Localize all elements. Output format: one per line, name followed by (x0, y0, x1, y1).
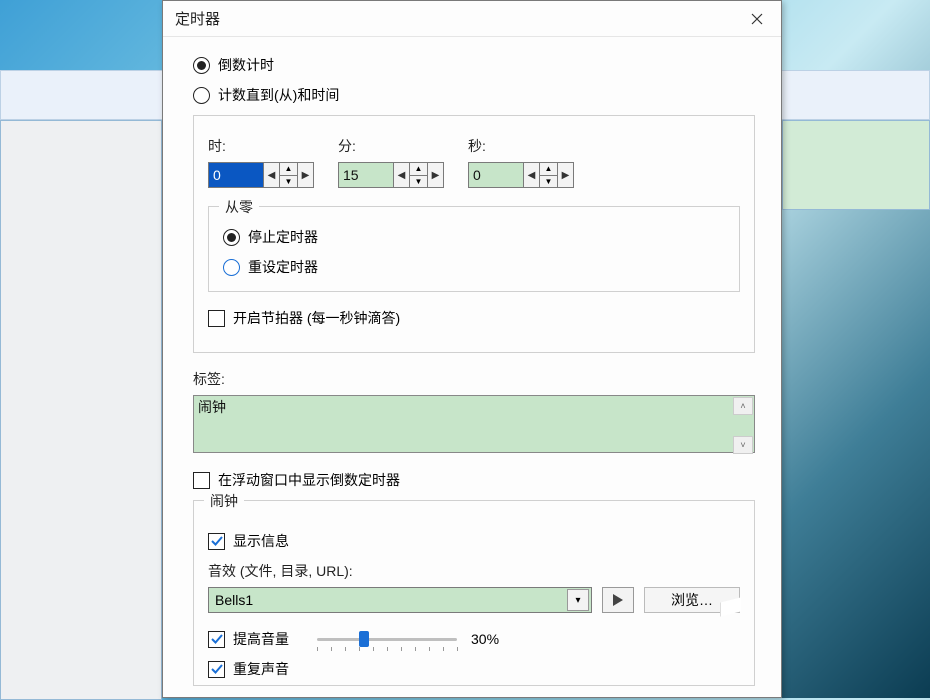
mode-countto-row[interactable]: 计数直到(从)和时间 (193, 85, 755, 105)
hours-spinner[interactable]: ◀ ▲▼ ▶ (208, 162, 314, 188)
mode-countdown-row[interactable]: 倒数计时 (193, 55, 755, 75)
repeat-label: 重复声音 (233, 659, 289, 679)
spin-next-icon[interactable]: ▶ (297, 163, 313, 187)
hours-input[interactable] (209, 163, 263, 187)
spin-updown[interactable]: ▲▼ (539, 163, 557, 187)
secs-spinner[interactable]: ◀ ▲▼ ▶ (468, 162, 574, 188)
sound-label: 音效 (文件, 目录, URL): (208, 561, 740, 581)
mode-countdown-label: 倒数计时 (218, 55, 274, 75)
onzero-legend: 从零 (219, 197, 259, 217)
textarea-scrollbar[interactable]: ˄ ˅ (733, 397, 753, 454)
browse-button[interactable]: 浏览… (644, 587, 740, 613)
radio-icon (223, 259, 240, 276)
checkbox-icon (208, 533, 225, 550)
onzero-stop-label: 停止定时器 (248, 227, 318, 247)
background-window-right (782, 120, 930, 210)
onzero-reset-row[interactable]: 重设定时器 (223, 257, 725, 277)
dialog-titlebar[interactable]: 定时器 (163, 1, 781, 37)
time-row: 时: ◀ ▲▼ ▶ 分: ◀ ▲▼ ▶ (208, 136, 740, 188)
browse-label: 浏览… (671, 592, 713, 608)
spin-prev-icon[interactable]: ◀ (263, 163, 279, 187)
onzero-reset-label: 重设定时器 (248, 257, 318, 277)
play-icon (613, 594, 623, 606)
scroll-down-icon[interactable]: ˅ (733, 436, 753, 454)
mins-input[interactable] (339, 163, 393, 187)
secs-input[interactable] (469, 163, 523, 187)
scroll-up-icon[interactable]: ˄ (733, 397, 753, 415)
metronome-row[interactable]: 开启节拍器 (每一秒钟滴答) (208, 308, 740, 328)
radio-icon (223, 229, 240, 246)
checkbox-icon (193, 472, 210, 489)
dialog-title: 定时器 (175, 8, 220, 29)
mins-spinner[interactable]: ◀ ▲▼ ▶ (338, 162, 444, 188)
show-msg-label: 显示信息 (233, 531, 289, 551)
mode-countto-label: 计数直到(从)和时间 (218, 85, 339, 105)
label-section-label: 标签: (193, 369, 755, 389)
spin-updown[interactable]: ▲▼ (409, 163, 427, 187)
spin-prev-icon[interactable]: ◀ (523, 163, 539, 187)
show-msg-row[interactable]: 显示信息 (208, 531, 740, 551)
label-textarea[interactable] (193, 395, 755, 453)
onzero-group: 从零 停止定时器 重设定时器 (208, 206, 740, 292)
floatwin-row[interactable]: 在浮动窗口中显示倒数定时器 (193, 470, 755, 490)
sound-select-value: Bells1 (215, 592, 253, 608)
close-icon (751, 13, 763, 25)
spin-updown[interactable]: ▲▼ (279, 163, 297, 187)
hours-col: 时: ◀ ▲▼ ▶ (208, 136, 314, 188)
metronome-label: 开启节拍器 (每一秒钟滴答) (233, 308, 400, 328)
mins-col: 分: ◀ ▲▼ ▶ (338, 136, 444, 188)
alarm-group: 闹钟 显示信息 音效 (文件, 目录, URL): Bells1 ▾ 浏览… (193, 500, 755, 686)
chevron-down-icon: ▾ (567, 589, 589, 611)
secs-label: 秒: (468, 136, 574, 156)
timer-dialog: 定时器 倒数计时 计数直到(从)和时间 时: ◀ ▲▼ ▶ (162, 0, 782, 698)
countdown-settings-group: 时: ◀ ▲▼ ▶ 分: ◀ ▲▼ ▶ (193, 115, 755, 353)
boost-row[interactable]: 提高音量 30% (208, 629, 740, 649)
checkbox-icon (208, 661, 225, 678)
sound-select[interactable]: Bells1 ▾ (208, 587, 592, 613)
spin-next-icon[interactable]: ▶ (427, 163, 443, 187)
slider-thumb[interactable] (359, 631, 369, 647)
mins-label: 分: (338, 136, 444, 156)
dialog-content: 倒数计时 计数直到(从)和时间 时: ◀ ▲▼ ▶ 分: (163, 37, 781, 697)
background-window-left (0, 120, 162, 700)
close-button[interactable] (733, 1, 781, 37)
slider-track (317, 638, 457, 641)
boost-percent: 30% (471, 631, 499, 647)
alarm-legend: 闹钟 (204, 491, 244, 511)
radio-icon (193, 87, 210, 104)
onzero-stop-row[interactable]: 停止定时器 (223, 227, 725, 247)
slider-ticks (317, 647, 457, 651)
secs-col: 秒: ◀ ▲▼ ▶ (468, 136, 574, 188)
sound-row: Bells1 ▾ 浏览… (208, 587, 740, 613)
checkbox-icon (208, 631, 225, 648)
boost-label: 提高音量 (233, 629, 289, 649)
spin-next-icon[interactable]: ▶ (557, 163, 573, 187)
boost-slider-row: 30% (317, 631, 499, 647)
floatwin-label: 在浮动窗口中显示倒数定时器 (218, 470, 400, 490)
spin-prev-icon[interactable]: ◀ (393, 163, 409, 187)
checkbox-icon (208, 310, 225, 327)
play-sound-button[interactable] (602, 587, 634, 613)
hours-label: 时: (208, 136, 314, 156)
radio-icon (193, 57, 210, 74)
label-textarea-wrap: ˄ ˅ (193, 395, 755, 456)
boost-slider[interactable] (317, 631, 457, 647)
repeat-row[interactable]: 重复声音 (208, 659, 740, 679)
